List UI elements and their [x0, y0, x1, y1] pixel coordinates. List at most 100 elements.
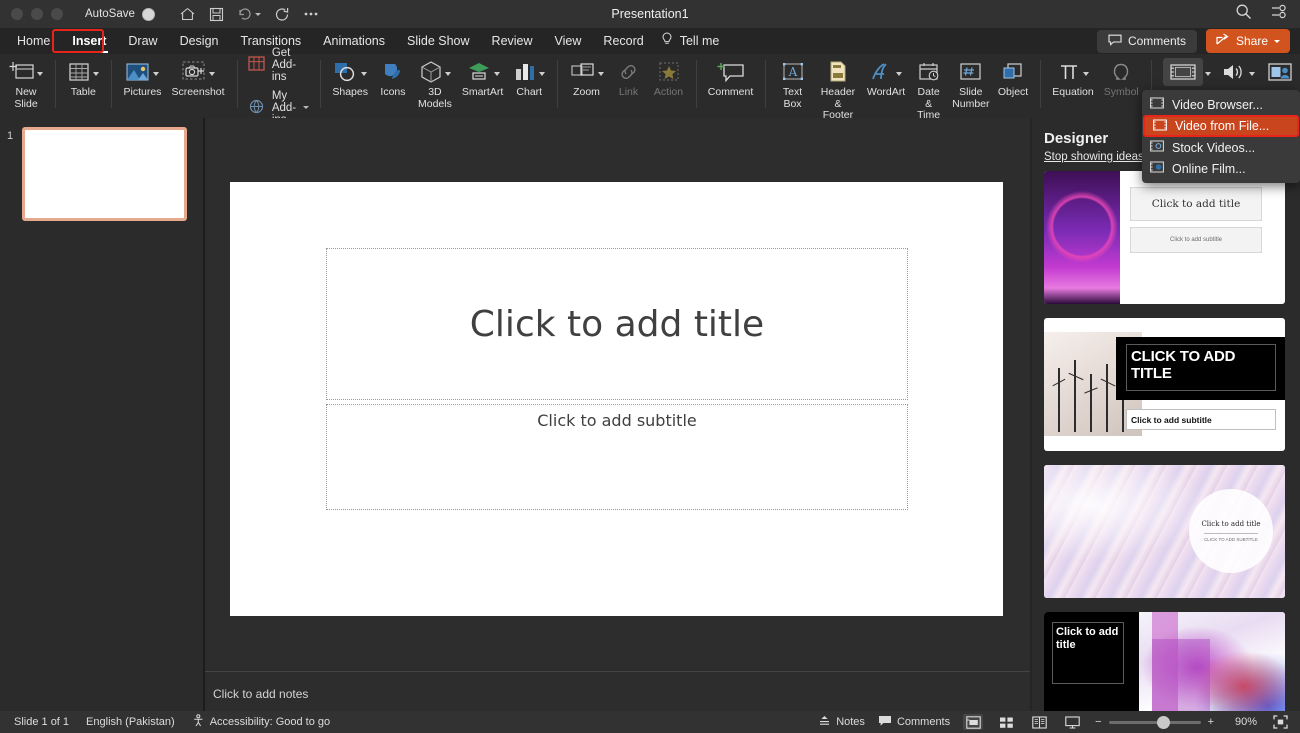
tab-insert[interactable]: Insert	[61, 31, 117, 53]
zoom-out-button[interactable]: −	[1095, 716, 1101, 728]
redo-icon[interactable]	[274, 7, 290, 22]
link-button[interactable]: Link	[609, 54, 649, 99]
action-button[interactable]: Action	[649, 54, 689, 99]
pictures-button[interactable]: Pictures	[119, 54, 167, 99]
slide-show-button[interactable]	[1062, 714, 1082, 730]
table-button[interactable]: Table	[62, 54, 104, 99]
tab-home[interactable]: Home	[6, 31, 61, 51]
header-footer-button[interactable]: Header & Footer	[813, 54, 864, 122]
design-idea-3[interactable]: Click to add title CLICK TO ADD SUBTITLE	[1044, 465, 1285, 598]
audio-button[interactable]	[1216, 54, 1260, 87]
subtitle-placeholder[interactable]: Click to add subtitle	[326, 404, 908, 510]
zoom-level-label[interactable]: 90%	[1227, 716, 1257, 728]
table-chevron-down-icon[interactable]	[93, 72, 100, 76]
zoom-slider-knob[interactable]	[1156, 715, 1170, 729]
design-idea-1[interactable]: Click to add title Click to add subtitle	[1044, 171, 1285, 304]
comment-button[interactable]: Comment	[703, 54, 759, 99]
screenshot-button[interactable]: Screenshot	[166, 54, 229, 99]
slide-count-label[interactable]: Slide 1 of 1	[14, 716, 69, 728]
stop-showing-ideas-link[interactable]: Stop showing ideas	[1032, 149, 1144, 163]
video-button[interactable]	[1158, 54, 1216, 87]
my-addins-chevron-down-icon[interactable]	[303, 106, 310, 109]
tab-record[interactable]: Record	[592, 31, 654, 51]
pictures-label: Pictures	[123, 86, 162, 98]
minimize-window-button[interactable]	[31, 8, 43, 20]
shapes-button[interactable]: Shapes	[327, 54, 373, 99]
object-button[interactable]: Object	[993, 54, 1033, 99]
zoom-button[interactable]: Zoom	[565, 54, 609, 99]
date-time-button[interactable]: Date & Time	[909, 54, 949, 122]
zoom-slider-track[interactable]	[1108, 715, 1201, 729]
ribbon-display-options-icon[interactable]	[1270, 4, 1288, 25]
get-addins-button[interactable]: Get Add-ins	[248, 47, 309, 83]
more-options-icon[interactable]	[303, 11, 319, 17]
audio-chevron-down-icon[interactable]	[1249, 72, 1255, 76]
design-idea-4[interactable]: Click to add title	[1044, 612, 1285, 715]
undo-chevron-down-icon[interactable]	[254, 12, 261, 16]
window-controls[interactable]	[0, 8, 63, 20]
video-icon	[1163, 58, 1203, 86]
wordart-button[interactable]: WordArt	[863, 54, 908, 99]
tab-draw[interactable]: Draw	[117, 31, 168, 51]
share-chevron-down-icon[interactable]	[1274, 39, 1280, 43]
close-window-button[interactable]	[11, 8, 23, 20]
cameo-button[interactable]	[1260, 54, 1300, 87]
equation-icon	[1057, 58, 1081, 86]
3d-models-chevron-down-icon[interactable]	[444, 72, 451, 76]
shapes-chevron-down-icon[interactable]	[361, 72, 368, 76]
search-icon[interactable]	[1235, 3, 1252, 25]
autosave-control[interactable]: AutoSave	[85, 7, 155, 21]
comments-toggle-button[interactable]: Comments	[878, 715, 950, 730]
video-chevron-down-icon[interactable]	[1205, 72, 1211, 76]
menu-item-video-from-file[interactable]: Video from File...	[1143, 115, 1299, 137]
zoom-in-button[interactable]: +	[1208, 716, 1214, 728]
new-slide-chevron-down-icon[interactable]	[37, 72, 43, 76]
reading-view-button[interactable]	[1029, 714, 1049, 730]
smartart-chevron-down-icon[interactable]	[493, 72, 500, 76]
accessibility-status[interactable]: Accessibility: Good to go	[192, 714, 330, 730]
screenshot-chevron-down-icon[interactable]	[209, 72, 215, 76]
autosave-toggle[interactable]	[141, 7, 155, 21]
design-idea-1-subtitle: Click to add subtitle	[1130, 227, 1262, 253]
tab-design[interactable]: Design	[169, 31, 230, 51]
notes-pane[interactable]: Click to add notes	[205, 671, 1030, 715]
menu-item-video-browser[interactable]: Video Browser...	[1142, 94, 1300, 115]
tell-me-button[interactable]: Tell me	[655, 31, 722, 51]
3d-models-button[interactable]: 3D Models	[413, 54, 457, 110]
zoom-slider-control[interactable]: − +	[1095, 715, 1214, 729]
text-box-button[interactable]: A Text Box	[773, 54, 813, 110]
share-button[interactable]: Share	[1205, 29, 1290, 53]
chart-button[interactable]: Chart	[508, 54, 550, 99]
design-idea-2[interactable]: CLICK TO ADD TITLE Click to add subtitle	[1044, 318, 1285, 451]
tab-animations[interactable]: Animations	[312, 31, 396, 51]
tab-view[interactable]: View	[544, 31, 593, 51]
chart-chevron-down-icon[interactable]	[539, 72, 546, 76]
tab-review[interactable]: Review	[481, 31, 544, 51]
language-label[interactable]: English (Pakistan)	[86, 716, 175, 728]
slide-canvas[interactable]: Click to add title Click to add subtitle	[230, 182, 1003, 616]
notes-toggle-button[interactable]: Notes	[818, 715, 865, 730]
home-icon[interactable]	[179, 6, 196, 22]
undo-icon[interactable]	[237, 7, 261, 21]
new-slide-button[interactable]: New Slide	[4, 54, 48, 110]
slide-sorter-view-button[interactable]	[996, 714, 1016, 730]
slide-thumbnail-1[interactable]	[22, 127, 187, 221]
icons-button[interactable]: Icons	[373, 54, 413, 99]
pictures-chevron-down-icon[interactable]	[153, 72, 160, 76]
fit-to-window-icon[interactable]	[1270, 714, 1290, 730]
wordart-chevron-down-icon[interactable]	[896, 72, 902, 76]
title-placeholder[interactable]: Click to add title	[326, 248, 908, 400]
smartart-button[interactable]: SmartArt	[457, 54, 508, 99]
slide-number-button[interactable]: Slide Number	[949, 54, 993, 110]
zoom-chevron-down-icon[interactable]	[597, 72, 604, 76]
normal-view-button[interactable]	[963, 714, 984, 730]
menu-item-online-film[interactable]: Online Film...	[1142, 158, 1300, 179]
menu-item-stock-videos[interactable]: Stock Videos...	[1142, 137, 1300, 158]
maximize-window-button[interactable]	[51, 8, 63, 20]
save-icon[interactable]	[209, 7, 224, 22]
equation-chevron-down-icon[interactable]	[1083, 72, 1089, 76]
symbol-button[interactable]: Symbol	[1099, 54, 1144, 99]
comments-button[interactable]: Comments	[1096, 29, 1197, 53]
equation-button[interactable]: Equation	[1047, 54, 1098, 99]
tab-slide-show[interactable]: Slide Show	[396, 31, 481, 51]
